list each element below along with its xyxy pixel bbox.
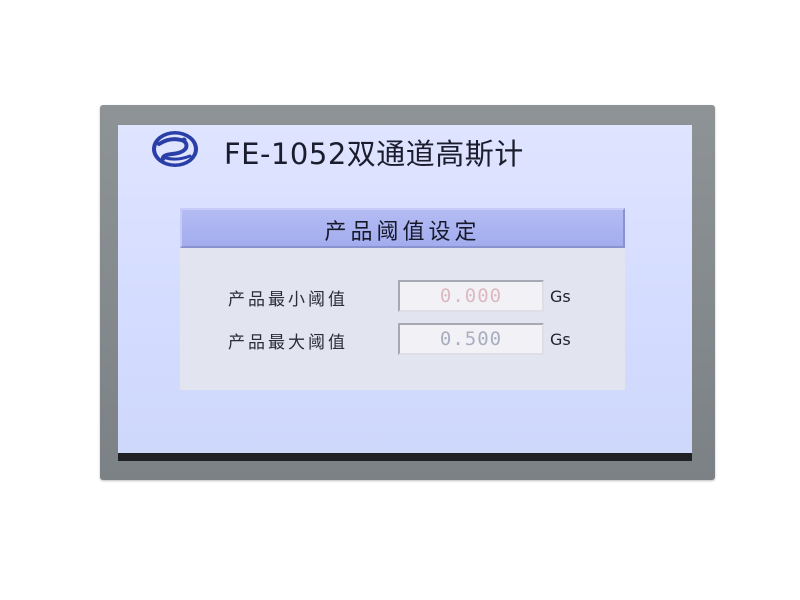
panel-title: 产品阈值设定 bbox=[324, 220, 481, 245]
min-threshold-unit: Gs bbox=[550, 287, 571, 306]
app-title: FE-1052双通道高斯计 bbox=[224, 137, 524, 171]
panel-header: 产品阈值设定 bbox=[180, 208, 625, 248]
header-bar: FE-1052双通道高斯计 bbox=[118, 125, 692, 175]
max-threshold-row: 产品最大阈值 0.500 Gs bbox=[180, 323, 625, 357]
device-frame: FE-1052双通道高斯计 产品阈值设定 产品最小阈值 0.000 Gs 产品最… bbox=[100, 105, 715, 480]
max-threshold-unit: Gs bbox=[550, 330, 571, 349]
lcd-screen: FE-1052双通道高斯计 产品阈值设定 产品最小阈值 0.000 Gs 产品最… bbox=[118, 125, 692, 459]
max-threshold-label: 产品最大阈值 bbox=[228, 333, 348, 353]
screen-bottom-bezel bbox=[118, 453, 692, 461]
company-logo-icon bbox=[152, 131, 198, 167]
max-threshold-input[interactable]: 0.500 bbox=[398, 323, 544, 355]
min-threshold-row: 产品最小阈值 0.000 Gs bbox=[180, 280, 625, 314]
threshold-settings-panel: 产品阈值设定 产品最小阈值 0.000 Gs 产品最大阈值 0.500 Gs bbox=[180, 208, 625, 390]
min-threshold-label: 产品最小阈值 bbox=[228, 290, 348, 310]
min-threshold-input[interactable]: 0.000 bbox=[398, 280, 544, 312]
